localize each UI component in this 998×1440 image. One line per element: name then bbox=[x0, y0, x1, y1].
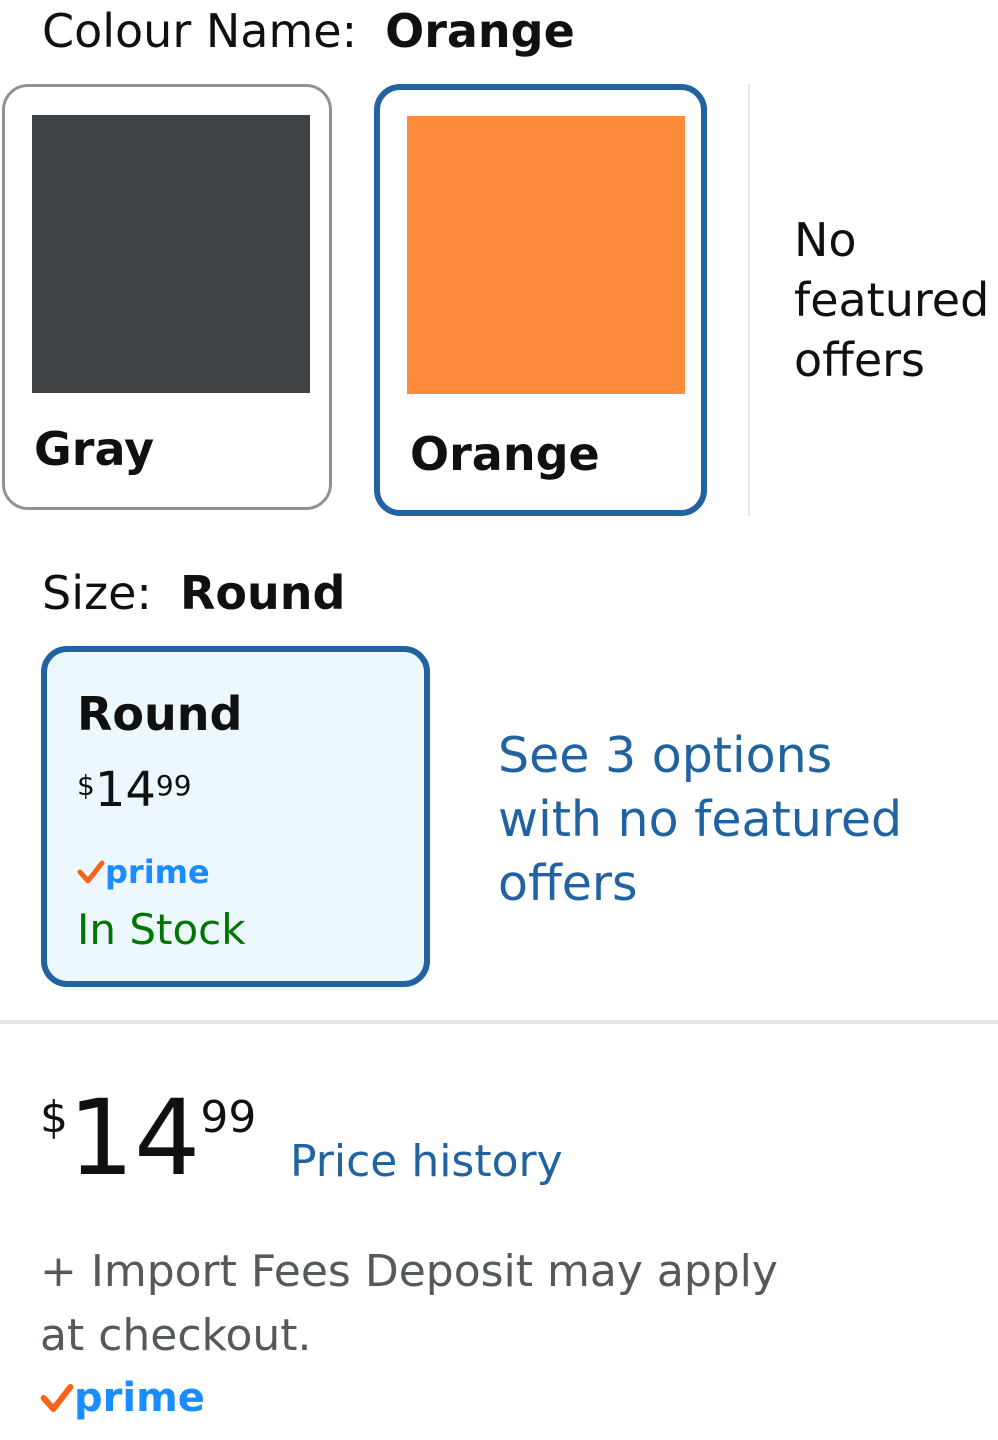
main-price-whole: 14 bbox=[68, 1077, 201, 1199]
size-value: Round bbox=[179, 566, 346, 620]
main-price: $1499 bbox=[40, 1086, 256, 1190]
prime-check-icon bbox=[77, 860, 105, 884]
no-featured-offers-text: No featured offers bbox=[794, 213, 990, 387]
price-whole: 14 bbox=[94, 762, 156, 818]
colour-name-value: Orange bbox=[385, 4, 575, 58]
swatch-label-orange: Orange bbox=[410, 427, 600, 481]
vertical-divider bbox=[748, 84, 750, 516]
colour-name-header: Colour Name: Orange bbox=[42, 2, 575, 60]
see-options-link[interactable]: See 3 options with no featured offers bbox=[498, 724, 938, 916]
swatch-image-gray bbox=[32, 115, 310, 393]
price-fraction: 99 bbox=[155, 769, 192, 802]
price-symbol: $ bbox=[77, 769, 95, 802]
prime-wordmark: prime bbox=[105, 853, 210, 891]
prime-wordmark: prime bbox=[74, 1375, 205, 1421]
main-price-symbol: $ bbox=[40, 1092, 68, 1143]
price-history-link[interactable]: Price history bbox=[290, 1134, 563, 1190]
swatch-image-orange bbox=[407, 116, 685, 394]
swatch-label-gray: Gray bbox=[34, 422, 155, 476]
size-option-round[interactable]: Round $1499 prime In Stock bbox=[41, 646, 430, 987]
size-label: Size: bbox=[42, 566, 152, 620]
prime-badge-bottom: prime bbox=[40, 1374, 205, 1422]
import-fees-text: + Import Fees Deposit may apply at check… bbox=[40, 1246, 778, 1361]
prime-check-icon bbox=[40, 1384, 74, 1412]
size-option-price: $1499 bbox=[77, 766, 192, 814]
section-divider bbox=[0, 1020, 998, 1024]
stock-status: In Stock bbox=[77, 905, 246, 954]
colour-swatch-gray[interactable]: Gray bbox=[2, 84, 332, 510]
colour-swatch-orange[interactable]: Orange bbox=[374, 84, 707, 516]
size-header: Size: Round bbox=[42, 564, 345, 622]
colour-name-label: Colour Name: bbox=[42, 4, 358, 58]
main-price-fraction: 99 bbox=[200, 1092, 257, 1143]
size-option-title: Round bbox=[77, 687, 243, 741]
prime-badge: prime bbox=[77, 852, 210, 892]
